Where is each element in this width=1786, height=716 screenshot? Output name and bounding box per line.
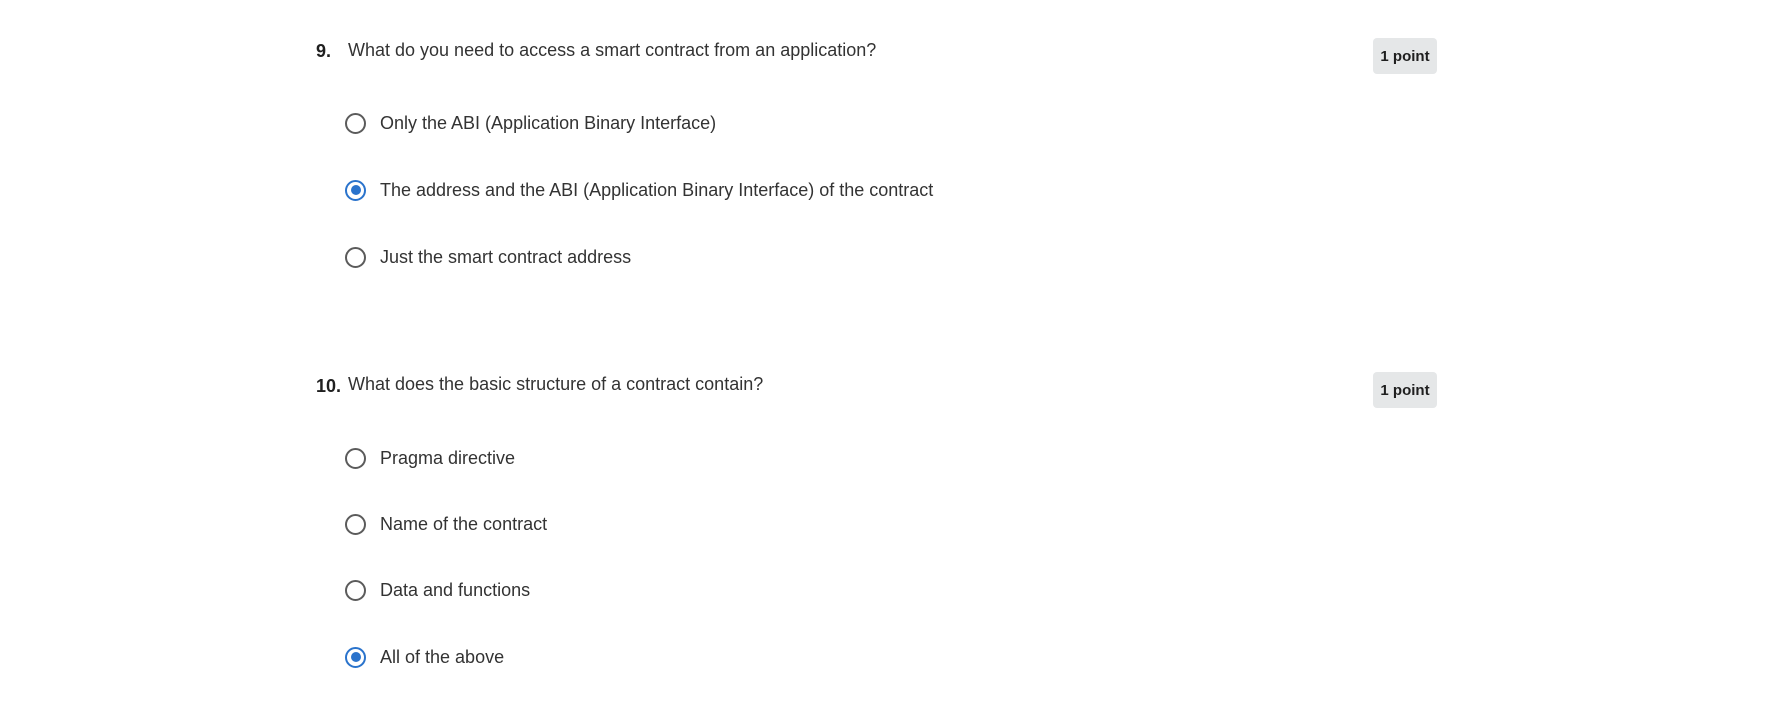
option-contract-name[interactable]: Name of the contract (345, 510, 547, 538)
option-address-only[interactable]: Just the smart contract address (345, 243, 631, 271)
radio-button[interactable] (345, 112, 366, 134)
option-label: Data and functions (380, 579, 531, 600)
option-all-of-the-above[interactable]: All of the above (345, 643, 504, 671)
question-number: 10. (316, 376, 342, 396)
points-badge: 1 point (1373, 38, 1437, 74)
radio-button[interactable] (345, 513, 366, 535)
option-address-and-abi[interactable]: The address and the ABI (Application Bin… (345, 176, 933, 204)
radio-button[interactable] (345, 579, 366, 601)
option-label: Pragma directive (380, 447, 516, 468)
option-label: The address and the ABI (Application Bin… (380, 179, 934, 200)
option-label: Name of the contract (380, 513, 548, 534)
option-label: All of the above (380, 646, 505, 667)
question-text: What do you need to access a smart contr… (348, 40, 877, 60)
radio-button-selected[interactable] (345, 179, 366, 201)
question-text: What does the basic structure of a contr… (348, 374, 764, 394)
option-label: Just the smart contract address (380, 246, 632, 267)
radio-button[interactable] (345, 246, 366, 268)
points-badge: 1 point (1373, 372, 1437, 408)
option-abi-only[interactable]: Only the ABI (Application Binary Interfa… (345, 109, 716, 137)
option-pragma-directive[interactable]: Pragma directive (345, 444, 515, 472)
option-label: Only the ABI (Application Binary Interfa… (380, 112, 717, 133)
radio-button-selected[interactable] (345, 646, 366, 668)
option-data-and-functions[interactable]: Data and functions (345, 576, 530, 604)
radio-button[interactable] (345, 447, 366, 469)
question-number: 9. (316, 41, 332, 61)
